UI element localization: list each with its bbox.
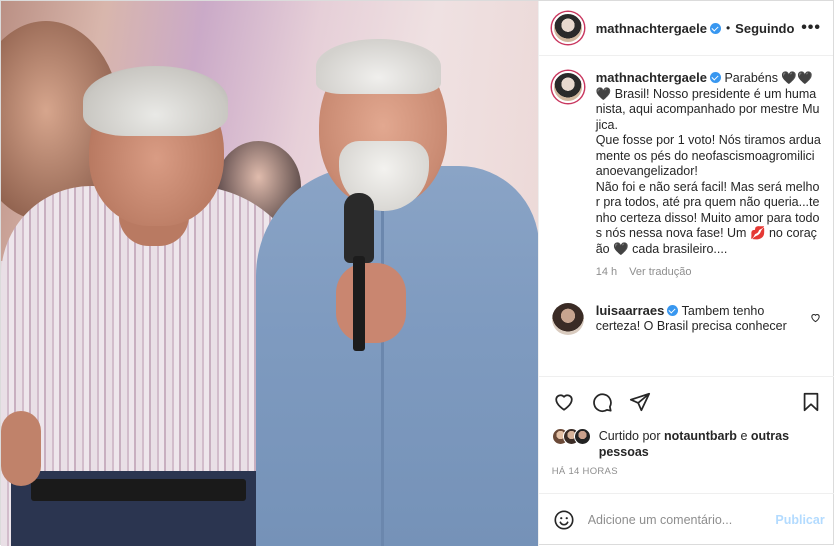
liked-by-connector: e (740, 429, 748, 443)
post-header: mathnachtergaele • Seguindo ••• (538, 1, 833, 56)
post-sidebar: mathnachtergaele • Seguindo ••• mathnach… (537, 1, 834, 546)
photo-microphone-handle (353, 256, 365, 351)
photo-microphone (344, 193, 374, 263)
comment-body: luisaarraes Tambem tenho certeza! O Bras… (596, 303, 798, 335)
comment-like-icon[interactable] (810, 312, 821, 326)
add-comment-bar: Publicar (538, 493, 834, 546)
photo-person-left-belt (31, 479, 246, 501)
separator-dot: • (725, 21, 731, 35)
liked-by-user[interactable]: notauntbarb (664, 429, 737, 443)
caption-body: mathnachtergaele Parabéns 🖤🖤🖤 Brasil! No… (596, 70, 821, 281)
commenter-avatar[interactable] (551, 302, 584, 335)
caption-age[interactable]: 14 h (596, 265, 617, 281)
liked-by: Curtido por notauntbarb e outras pessoas (551, 428, 823, 460)
comment-input[interactable] (587, 513, 764, 527)
post-timestamp[interactable]: HÁ 14 HORAS (552, 466, 823, 477)
author-avatar[interactable] (551, 12, 584, 44)
caption-author-avatar[interactable] (551, 71, 584, 103)
verified-badge-icon (709, 22, 721, 34)
action-icons-row (552, 389, 823, 415)
caption-author-username[interactable]: mathnachtergaele (596, 70, 707, 85)
liked-by-prefix: Curtido por (598, 429, 661, 443)
instagram-post: mathnachtergaele • Seguindo ••• mathnach… (0, 0, 834, 546)
liker-avatars[interactable] (551, 428, 591, 445)
photo-person-right-hair (316, 39, 441, 94)
save-bookmark-icon[interactable] (799, 390, 823, 414)
like-heart-icon[interactable] (552, 390, 576, 414)
liker-avatar (573, 428, 591, 445)
verified-badge-icon (709, 72, 721, 83)
more-options-icon[interactable]: ••• (801, 19, 821, 37)
caption-comment: mathnachtergaele Parabéns 🖤🖤🖤 Brasil! No… (551, 70, 821, 281)
photo-hand-left (1, 411, 41, 486)
post-photo[interactable] (1, 1, 538, 546)
liked-by-text: Curtido por notauntbarb e outras pessoas (599, 428, 823, 460)
share-paper-plane-icon[interactable] (628, 390, 652, 414)
publish-button[interactable]: Publicar (775, 513, 824, 527)
following-button[interactable]: Seguindo (735, 21, 794, 36)
comment-bubble-icon[interactable] (590, 390, 614, 414)
photo-person-left-hair (83, 66, 228, 136)
verified-badge-icon (667, 304, 679, 316)
caption-text: Parabéns 🖤🖤🖤 Brasil! Nosso presidente é … (595, 71, 821, 256)
caption-meta: 14 h Ver tradução (596, 265, 821, 281)
author-username[interactable]: mathnachtergaele (596, 21, 707, 36)
photo-hand (336, 263, 406, 343)
commenter-username[interactable]: luisaarraes (596, 303, 665, 318)
photo-person-right-shirt (256, 166, 538, 546)
translate-link[interactable]: Ver tradução (629, 265, 691, 281)
comment-row: luisaarraes Tambem tenho certeza! O Bras… (551, 302, 821, 335)
photo-shirt-placket (381, 191, 384, 546)
comments-list[interactable]: mathnachtergaele Parabéns 🖤🖤🖤 Brasil! No… (539, 56, 833, 376)
post-actions: Curtido por notauntbarb e outras pessoas… (538, 376, 834, 477)
smiley-icon[interactable] (552, 508, 576, 532)
